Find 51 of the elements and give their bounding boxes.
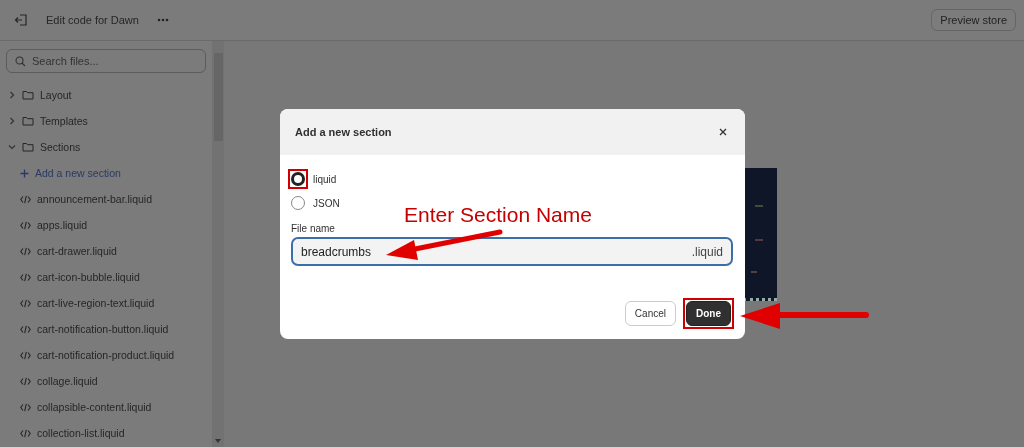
file-item[interactable]: collage.liquid: [6, 368, 206, 394]
chevron-icon: [8, 91, 16, 99]
code-icon: [20, 376, 31, 386]
file-extension: .liquid: [691, 244, 723, 259]
file-name-box[interactable]: breadcrumbs .liquid: [291, 237, 733, 266]
folder-icon: [22, 142, 34, 152]
code-icon: [20, 194, 31, 204]
field-label: File name: [291, 223, 336, 234]
search-icon: [15, 55, 26, 67]
file-item[interactable]: cart-icon-bubble.liquid: [6, 264, 206, 290]
code-icon: [20, 272, 31, 282]
search-field[interactable]: Search files...: [32, 55, 192, 67]
dialog-title: Add a new section: [295, 126, 392, 138]
chevron-icon: [8, 117, 16, 125]
option-label: JSON: [313, 197, 340, 209]
plus-icon: [20, 168, 29, 178]
search-box[interactable]: Search files...: [6, 49, 206, 73]
code-icon: [20, 428, 31, 438]
folder-item[interactable]: Templates: [6, 108, 206, 134]
file-item[interactable]: cart-notification-product.liquid: [6, 342, 206, 368]
code-icon: [20, 324, 31, 334]
chevron-icon: [8, 143, 16, 151]
cancel-button[interactable]: Cancel: [624, 301, 676, 326]
file-item[interactable]: collection-list.liquid: [6, 420, 206, 446]
exit-icon[interactable]: [14, 13, 28, 27]
folder-item[interactable]: Layout: [6, 82, 206, 108]
file-item[interactable]: collapsible-content.liquid: [6, 394, 206, 420]
file-item[interactable]: announcement-bar.liquid: [6, 186, 206, 212]
code-icon: [20, 402, 31, 412]
code-icon: [20, 298, 31, 308]
file-item[interactable]: cart-live-region-text.liquid: [6, 290, 206, 316]
radio-button[interactable]: [291, 196, 305, 210]
scroll-down-icon[interactable]: [215, 439, 221, 443]
file-item[interactable]: apps.liquid: [6, 212, 206, 238]
add-section-link[interactable]: Add a new section: [35, 167, 121, 179]
preview-store-button[interactable]: Preview store: [931, 9, 1016, 31]
option-label: liquid: [313, 173, 337, 185]
more-icon[interactable]: [156, 18, 169, 22]
file-name-input[interactable]: breadcrumbs: [301, 244, 692, 259]
folder-icon: [22, 116, 34, 126]
code-icon: [20, 246, 31, 256]
code-icon: [20, 350, 31, 360]
annotation-text: Enter Section Name: [404, 203, 592, 227]
folder-icon: [22, 90, 34, 100]
page-title: Edit code for Dawn: [46, 14, 139, 26]
file-item[interactable]: cart-notification-button.liquid: [6, 316, 206, 342]
close-button[interactable]: [717, 126, 729, 138]
done-button[interactable]: Done: [686, 301, 731, 326]
code-icon: [20, 220, 31, 230]
file-item[interactable]: cart-drawer.liquid: [6, 238, 206, 264]
folder-item[interactable]: Sections: [6, 134, 206, 160]
